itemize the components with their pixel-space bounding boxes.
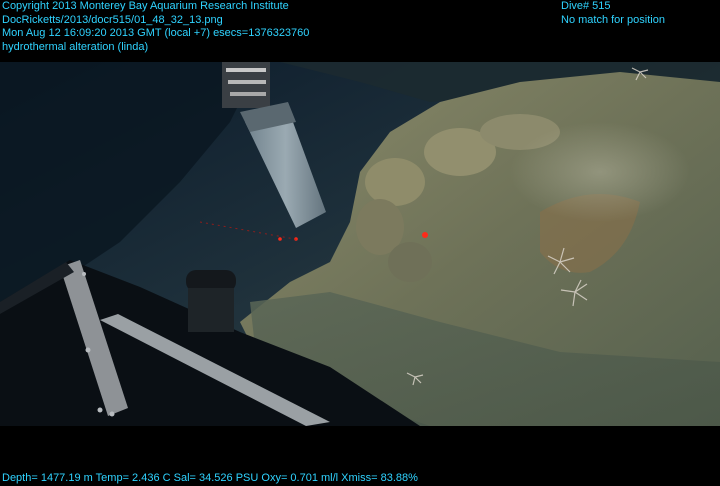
description-text: hydrothermal alteration (linda) [2, 40, 149, 53]
video-frame: Copyright 2013 Monterey Bay Aquarium Res… [0, 0, 720, 486]
file-path-text: DocRicketts/2013/docr515/01_48_32_13.png [2, 13, 223, 26]
overlay-top-right: Dive# 515 No match for position [561, 0, 665, 27]
dive-number-text: Dive# 515 [561, 0, 611, 12]
overlay-bottom: Depth= 1477.19 m Temp= 2.436 C Sal= 34.5… [2, 472, 418, 486]
overlay-top-left: Copyright 2013 Monterey Bay Aquarium Res… [2, 0, 309, 54]
position-status-text: No match for position [561, 13, 665, 26]
timestamp-text: Mon Aug 12 16:09:20 2013 GMT (local +7) … [2, 27, 310, 39]
seafloor-image [0, 62, 720, 426]
sensor-readout-text: Depth= 1477.19 m Temp= 2.436 C Sal= 34.5… [2, 472, 418, 484]
copyright-text: Copyright 2013 Monterey Bay Aquarium Res… [2, 0, 289, 12]
underwater-scene [0, 62, 720, 426]
